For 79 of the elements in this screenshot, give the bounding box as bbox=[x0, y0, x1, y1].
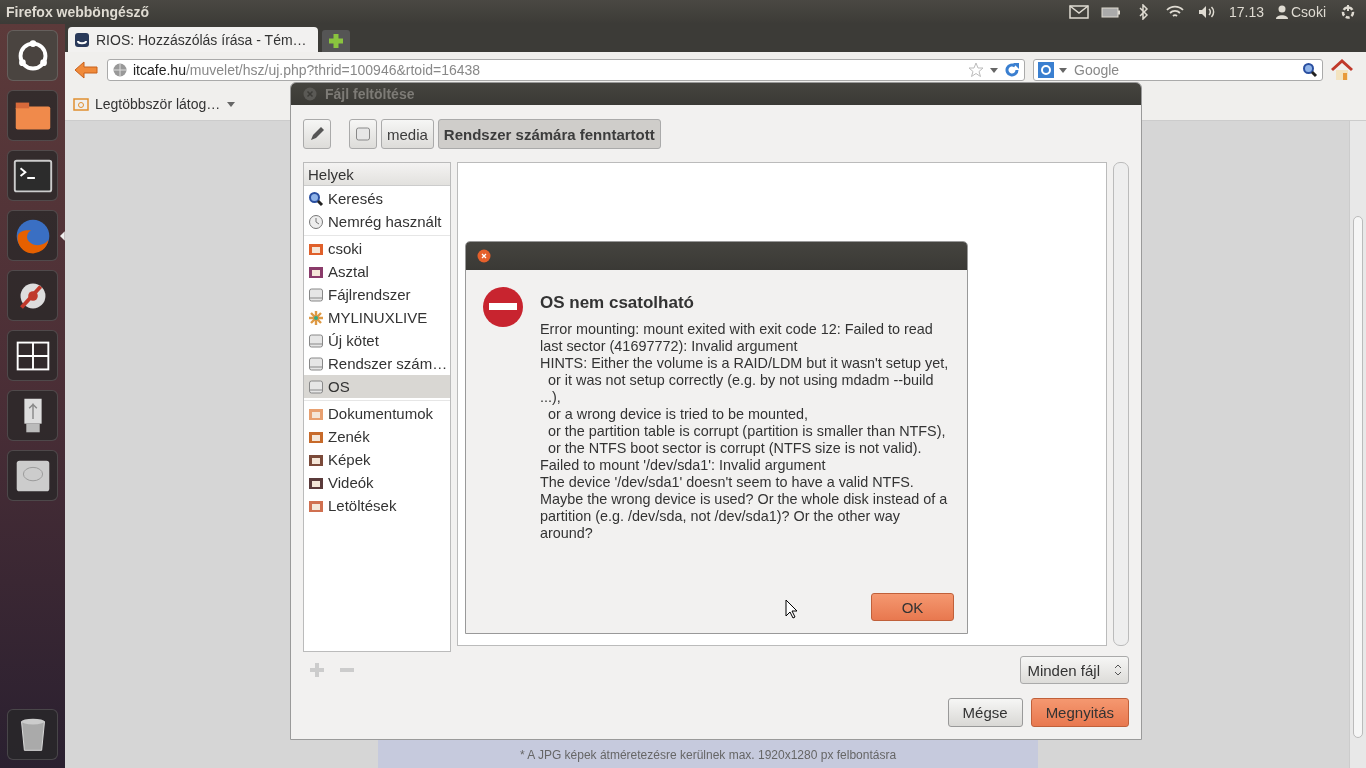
user-icon bbox=[1276, 4, 1288, 20]
clock-icon bbox=[308, 213, 324, 230]
page-note: * A JPG képek átméretezésre kerülnek max. 1920x1280 px felbontásra bbox=[378, 740, 1038, 768]
path-button[interactable]: media bbox=[381, 119, 434, 149]
home-icon[interactable] bbox=[1331, 59, 1353, 81]
flower-icon bbox=[308, 309, 324, 326]
drive-icon bbox=[308, 355, 324, 372]
volume-icon[interactable] bbox=[1196, 4, 1217, 20]
open-button[interactable]: Megnyitás bbox=[1030, 698, 1129, 727]
place-item[interactable]: Keresés bbox=[304, 187, 450, 210]
place-item[interactable]: Asztal bbox=[304, 260, 450, 283]
scrollbar[interactable] bbox=[1349, 121, 1366, 768]
error-message: Error mounting: mount exited with exit code 12: Failed to read last sector (41697772): Invalid argument HINTS: Either the volume is a RAID/LDM but it wasn't setup yet, or it was not setup correctly (e.g. by not using mdadm --build ...), or a wrong device is tried to be mounted, or the partition table is corrupt (partition is smaller than NTFS), or the NTFS boot sector is corrupt (NTFS size is not valid). Failed to mount '/dev/sda1': Invalid argument The device '/dev/sda1' doesn't seem to have a valid NTFS. Maybe the wrong device is used? Or the whole disk instead of a partition (e.g. /dev/sda, not /dev/sda1)? Or the other way around? bbox=[540, 321, 950, 542]
back-icon[interactable] bbox=[73, 60, 99, 80]
dialog-title: Fájl feltöltése bbox=[325, 86, 415, 102]
terminal-launcher-icon[interactable] bbox=[7, 150, 59, 201]
search-icon[interactable] bbox=[1302, 62, 1318, 78]
star-icon[interactable] bbox=[968, 62, 984, 78]
filter-dropdown[interactable]: Minden fájl bbox=[1020, 656, 1129, 684]
search-icon bbox=[308, 190, 324, 207]
trash-launcher-icon[interactable] bbox=[7, 709, 59, 760]
place-item[interactable]: Képek bbox=[304, 448, 450, 471]
dropdown-icon[interactable] bbox=[1058, 66, 1068, 74]
drive-icon bbox=[308, 378, 324, 395]
dash-launcher-icon[interactable] bbox=[7, 30, 59, 81]
user-name[interactable]: Csoki bbox=[1291, 4, 1326, 20]
usb-launcher-icon[interactable] bbox=[7, 390, 59, 441]
error-title: OS nem csatolható bbox=[540, 293, 695, 313]
place-item[interactable]: Dokumentumok bbox=[304, 402, 450, 425]
settings-launcher-icon[interactable] bbox=[7, 270, 59, 321]
place-item[interactable]: Letöltések bbox=[304, 494, 450, 517]
error-icon bbox=[482, 286, 524, 328]
place-item[interactable]: OS bbox=[304, 375, 450, 398]
globe-icon bbox=[112, 62, 128, 78]
path-button[interactable]: Rendszer számára fenntartott bbox=[437, 119, 661, 149]
drive-button[interactable] bbox=[349, 119, 377, 149]
reload-icon[interactable] bbox=[1004, 62, 1020, 78]
url-field[interactable]: itcafe.hu/muvelet/hsz/uj.php?thrid=100946&rtoid=16438 bbox=[107, 59, 1025, 81]
folder-icon bbox=[73, 96, 89, 112]
mail-icon[interactable] bbox=[1068, 4, 1089, 20]
scrollbar[interactable] bbox=[1113, 162, 1129, 646]
tab-title: RIOS: Hozzászólás írása - Tém… bbox=[96, 31, 307, 48]
files-launcher-icon[interactable] bbox=[7, 90, 59, 141]
drive-icon bbox=[308, 332, 324, 349]
firefox-launcher-icon[interactable] bbox=[7, 210, 59, 261]
pencil-icon bbox=[309, 126, 325, 142]
place-item[interactable]: Nemrég használt bbox=[304, 210, 450, 233]
drive-icon bbox=[355, 126, 371, 142]
place-item[interactable]: Új kötet bbox=[304, 329, 450, 352]
clock[interactable]: 17.13 bbox=[1228, 4, 1264, 20]
places-header: Helyek bbox=[304, 163, 450, 186]
place-item[interactable]: csoki bbox=[304, 237, 450, 260]
workspaces-launcher-icon[interactable] bbox=[7, 330, 59, 381]
browser-tab[interactable]: RIOS: Hozzászólás írása - Tém… bbox=[68, 27, 318, 52]
place-item[interactable]: Rendszer szám… bbox=[304, 352, 450, 375]
site-icon bbox=[74, 31, 90, 48]
place-item[interactable]: Fájlrendszer bbox=[304, 283, 450, 306]
drive-icon bbox=[308, 286, 324, 303]
mouse-pointer-icon bbox=[785, 599, 798, 619]
window-title: Firefox webböngésző bbox=[6, 4, 151, 20]
search-field[interactable]: Google bbox=[1072, 61, 1298, 79]
new-tab-button[interactable] bbox=[322, 30, 350, 52]
ok-button[interactable]: OK bbox=[871, 593, 954, 621]
wifi-icon[interactable] bbox=[1164, 4, 1185, 20]
place-item[interactable]: Videók bbox=[304, 471, 450, 494]
updown-arrows-icon bbox=[1114, 664, 1122, 676]
place-item[interactable]: Zenék bbox=[304, 425, 450, 448]
place-item[interactable]: MYLINUXLIVE bbox=[304, 306, 450, 329]
search-engine-icon[interactable] bbox=[1038, 62, 1054, 78]
disk-launcher-icon[interactable] bbox=[7, 450, 59, 501]
dropdown-icon[interactable] bbox=[989, 66, 999, 74]
search-bar[interactable]: Google bbox=[1033, 59, 1323, 81]
plus-icon bbox=[328, 33, 344, 49]
bookmark-folder[interactable]: Legtöbbször látog… bbox=[73, 96, 237, 112]
close-icon[interactable] bbox=[477, 249, 491, 263]
edit-path-button[interactable] bbox=[303, 119, 331, 149]
battery-icon[interactable] bbox=[1100, 4, 1121, 20]
cancel-button[interactable]: Mégse bbox=[947, 698, 1023, 727]
dropdown-icon bbox=[226, 100, 237, 108]
